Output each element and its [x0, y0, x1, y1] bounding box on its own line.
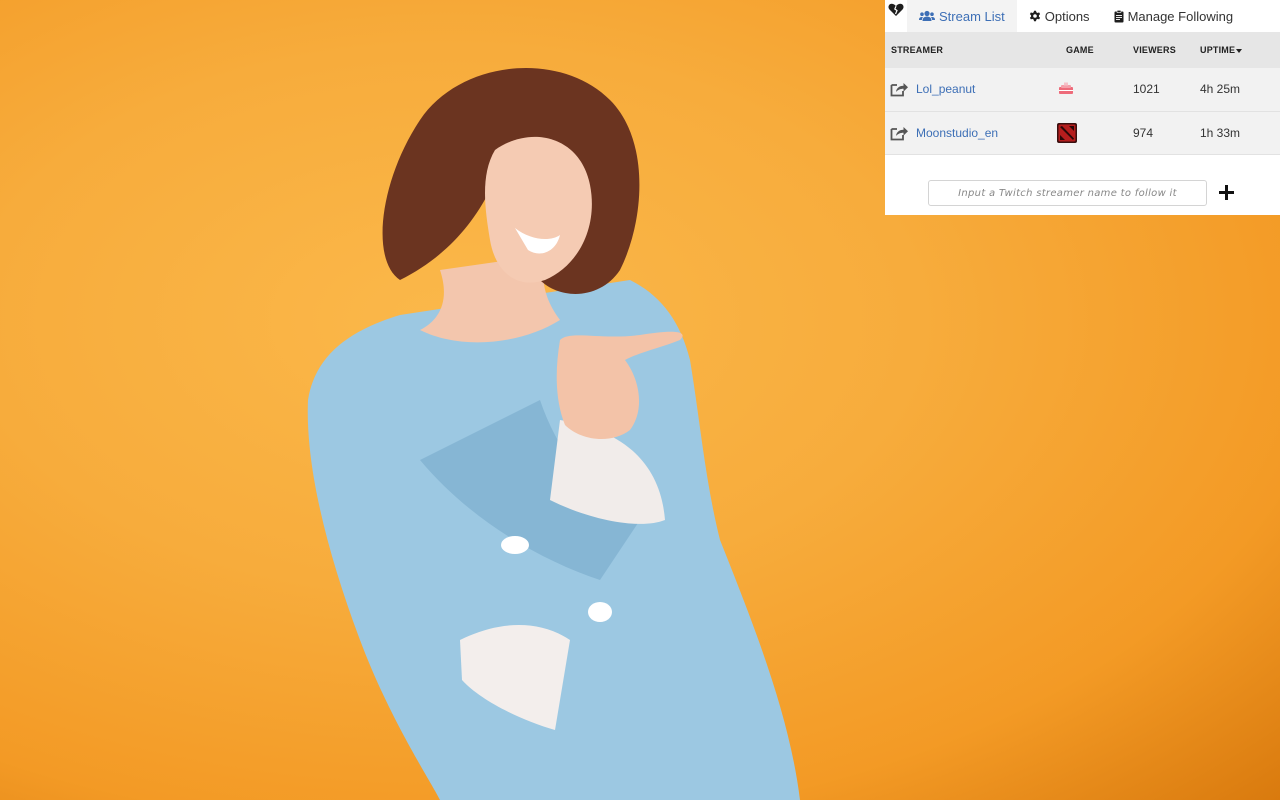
external-link-icon[interactable]	[890, 125, 909, 141]
uptime-value: 4h 25m	[1200, 82, 1241, 97]
users-icon	[919, 10, 935, 21]
tab-options[interactable]: Options	[1017, 0, 1102, 32]
table-row: Moonstudio_en 974 1h 33m	[885, 111, 1280, 154]
tab-stream-list[interactable]: Stream List	[907, 0, 1017, 32]
uptime-value: 1h 33m	[1200, 125, 1241, 140]
gear-icon	[1029, 10, 1040, 22]
tab-manage-following-label: Manage Following	[1127, 8, 1234, 24]
viewer-count: 1021	[1133, 82, 1160, 97]
viewer-count: 974	[1133, 125, 1154, 140]
tab-manage-following[interactable]: Manage Following	[1102, 0, 1246, 32]
column-header-viewers[interactable]: VIEWERS	[1119, 32, 1199, 68]
dota-icon[interactable]	[1057, 122, 1077, 143]
stream-table: STREAMER GAME VIEWERS UPTIME Lol_peanut	[885, 32, 1280, 155]
broken-heart-logo-icon	[885, 0, 907, 32]
streamer-name-input[interactable]	[928, 180, 1207, 206]
streamer-link[interactable]: Lol_peanut	[916, 82, 975, 96]
clipboard-icon	[1114, 9, 1124, 22]
tab-stream-list-label: Stream List	[939, 8, 1005, 24]
game-pink-icon[interactable]	[1057, 80, 1075, 99]
extension-popup: Stream List Options Manage Following STR…	[885, 0, 1280, 215]
sort-caret-icon	[1236, 48, 1243, 53]
column-header-game[interactable]: GAME	[1057, 32, 1119, 68]
external-link-icon[interactable]	[890, 81, 909, 97]
column-header-uptime[interactable]: UPTIME	[1199, 32, 1280, 68]
follow-row	[928, 180, 1237, 206]
add-streamer-button[interactable]	[1219, 184, 1237, 202]
table-header-row: STREAMER GAME VIEWERS UPTIME	[885, 32, 1280, 68]
streamer-link[interactable]: Moonstudio_en	[916, 126, 998, 140]
column-header-streamer[interactable]: STREAMER	[885, 32, 1057, 68]
table-row: Lol_peanut 1021 4h 25m	[885, 68, 1280, 111]
tab-bar: Stream List Options Manage Following	[885, 0, 1280, 32]
tab-options-label: Options	[1044, 8, 1090, 24]
